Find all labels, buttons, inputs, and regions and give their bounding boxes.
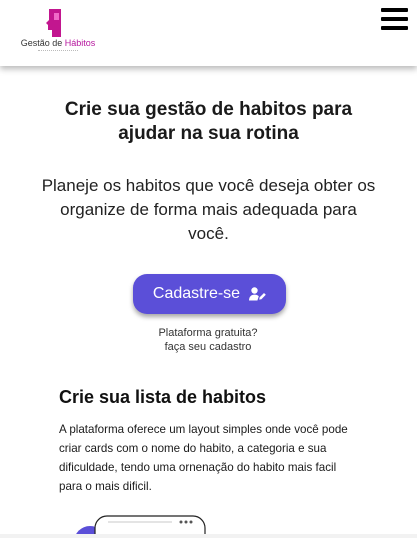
section-description: A plataforma oferece um layout simples o…: [59, 423, 348, 493]
logo-text-accent: Hábitos: [64, 38, 96, 48]
signup-note-line2: faça seu cadastro: [164, 341, 252, 353]
signup-note-line1: Plataforma gratuita?: [158, 327, 258, 339]
section-title: Crie sua lista de habitos: [59, 387, 267, 407]
hero-description: Planeje os habitos que você deseja obter…: [41, 176, 376, 243]
site-header: Gestão de Hábitos: [0, 0, 417, 66]
user-edit-icon: [249, 287, 266, 301]
menu-bar: [381, 8, 408, 12]
logo-tagline-line: [38, 50, 78, 52]
head-profile-logo-icon: [46, 9, 61, 37]
signup-button[interactable]: Cadastre-se: [133, 274, 286, 314]
logo[interactable]: Gestão de Hábitos: [16, 8, 100, 60]
menu-bar: [381, 26, 408, 30]
menu-bar: [381, 17, 408, 21]
bottom-bar: [0, 534, 417, 538]
hero-title: Crie sua gestão de habitos para ajudar n…: [64, 99, 353, 144]
signup-button-label: Cadastre-se: [152, 285, 241, 302]
logo-text-main: Gestão de: [20, 38, 63, 48]
signup-note: Plataforma gratuita? faça seu cadastro: [108, 326, 308, 354]
hamburger-menu-icon[interactable]: [381, 8, 409, 34]
logo-text: Gestão de Hábitos: [16, 38, 100, 49]
